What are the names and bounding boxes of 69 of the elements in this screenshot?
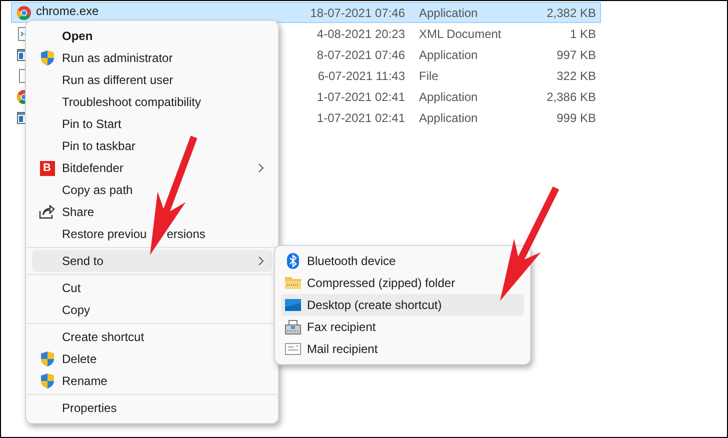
file-type: XML Document — [419, 26, 502, 40]
file-size: 999 KB — [556, 110, 596, 126]
file-date: 6-07-2021 11:43 — [318, 68, 405, 84]
file-type: Application — [419, 48, 478, 62]
menu-label: Run as administrator — [62, 50, 173, 67]
fax-machine-icon — [285, 320, 301, 334]
menu-item[interactable]: Delete — [32, 348, 272, 370]
menu-label: Delete — [62, 351, 97, 368]
file-type: File — [419, 68, 438, 82]
menu-item[interactable]: Restore previou ersions — [32, 223, 272, 245]
menu-label: Run as different user — [62, 72, 174, 89]
menu-item[interactable]: Copy — [32, 299, 272, 321]
file-type: Application — [419, 90, 478, 104]
menu-label: ersions — [166, 226, 206, 243]
menu-label: Troubleshoot compatibility — [62, 94, 201, 111]
menu-item[interactable]: Bluetooth device — [281, 250, 402, 272]
shield-icon — [40, 373, 54, 389]
menu-item[interactable]: Copy as path — [32, 179, 272, 201]
menu-label: Restore previou — [62, 226, 147, 243]
file-type: Application — [419, 110, 478, 124]
menu-item[interactable]: Share — [32, 201, 272, 223]
menu-label: Pin to taskbar — [62, 138, 136, 155]
mail-icon — [285, 343, 301, 355]
menu-item[interactable]: Open — [32, 25, 272, 47]
file-size: 2,386 KB — [546, 88, 596, 106]
menu-item[interactable]: Troubleshoot compatibility — [32, 91, 272, 113]
menu-label: Copy as path — [62, 182, 133, 199]
menu-label: Send to — [62, 253, 104, 270]
file-size: 2,382 KB — [546, 4, 596, 22]
menu-label: Copy — [62, 302, 90, 319]
menu-item[interactable]: Desktop (create shortcut) — [281, 294, 524, 316]
bluetooth-icon — [287, 253, 299, 269]
menu-label: Pin to Start — [62, 116, 122, 133]
file-date: 1-07-2021 02:41 — [316, 110, 405, 126]
menu-item[interactable]: Pin to Start — [32, 113, 272, 135]
file-date: 4-08-2021 20:23 — [316, 26, 405, 42]
menu-label: Share — [62, 204, 94, 221]
shield-icon — [40, 351, 54, 367]
menu-item[interactable]: Cut — [32, 277, 272, 299]
share-icon — [39, 205, 55, 219]
file-size: 997 KB — [556, 46, 596, 64]
menu-item[interactable]: Fax recipient — [281, 316, 382, 338]
menu-label: Properties — [62, 400, 117, 417]
file-date: 8-07-2021 07:46 — [316, 46, 405, 64]
menu-label: Bitdefender — [62, 160, 124, 177]
file-name: chrome.exe — [36, 4, 99, 18]
zipped-folder-icon — [285, 276, 301, 290]
menu-item[interactable]: Run as administrator — [32, 47, 272, 69]
menu-label: Open — [62, 28, 93, 45]
menu-label: Create shortcut — [62, 329, 144, 346]
round-logo-icon — [17, 6, 31, 20]
menu-item[interactable]: Pin to taskbar — [32, 135, 272, 157]
menu-item[interactable]: Compressed (zipped) folder — [281, 272, 462, 294]
menu-item[interactable]: Send to — [32, 250, 272, 272]
menu-item[interactable]: Run as different user — [32, 69, 272, 91]
menu-item[interactable]: Properties — [32, 397, 272, 419]
file-date: 1-07-2021 02:41 — [316, 88, 405, 106]
file-size: 322 KB — [556, 68, 596, 84]
app-logo: B — [40, 160, 54, 176]
desktop-icon — [285, 299, 301, 311]
file-type: Application — [419, 6, 478, 20]
shield-icon — [40, 50, 54, 66]
file-size: 1 KB — [570, 26, 596, 42]
menu-label: Cut — [62, 280, 81, 297]
menu-item[interactable]: Create shortcut — [32, 326, 272, 348]
file-date: 18-07-2021 07:46 — [310, 4, 405, 22]
menu-label: Rename — [62, 373, 108, 390]
menu-item[interactable]: Mail recipient — [281, 338, 384, 360]
menu-item[interactable]: Rename — [32, 370, 272, 392]
